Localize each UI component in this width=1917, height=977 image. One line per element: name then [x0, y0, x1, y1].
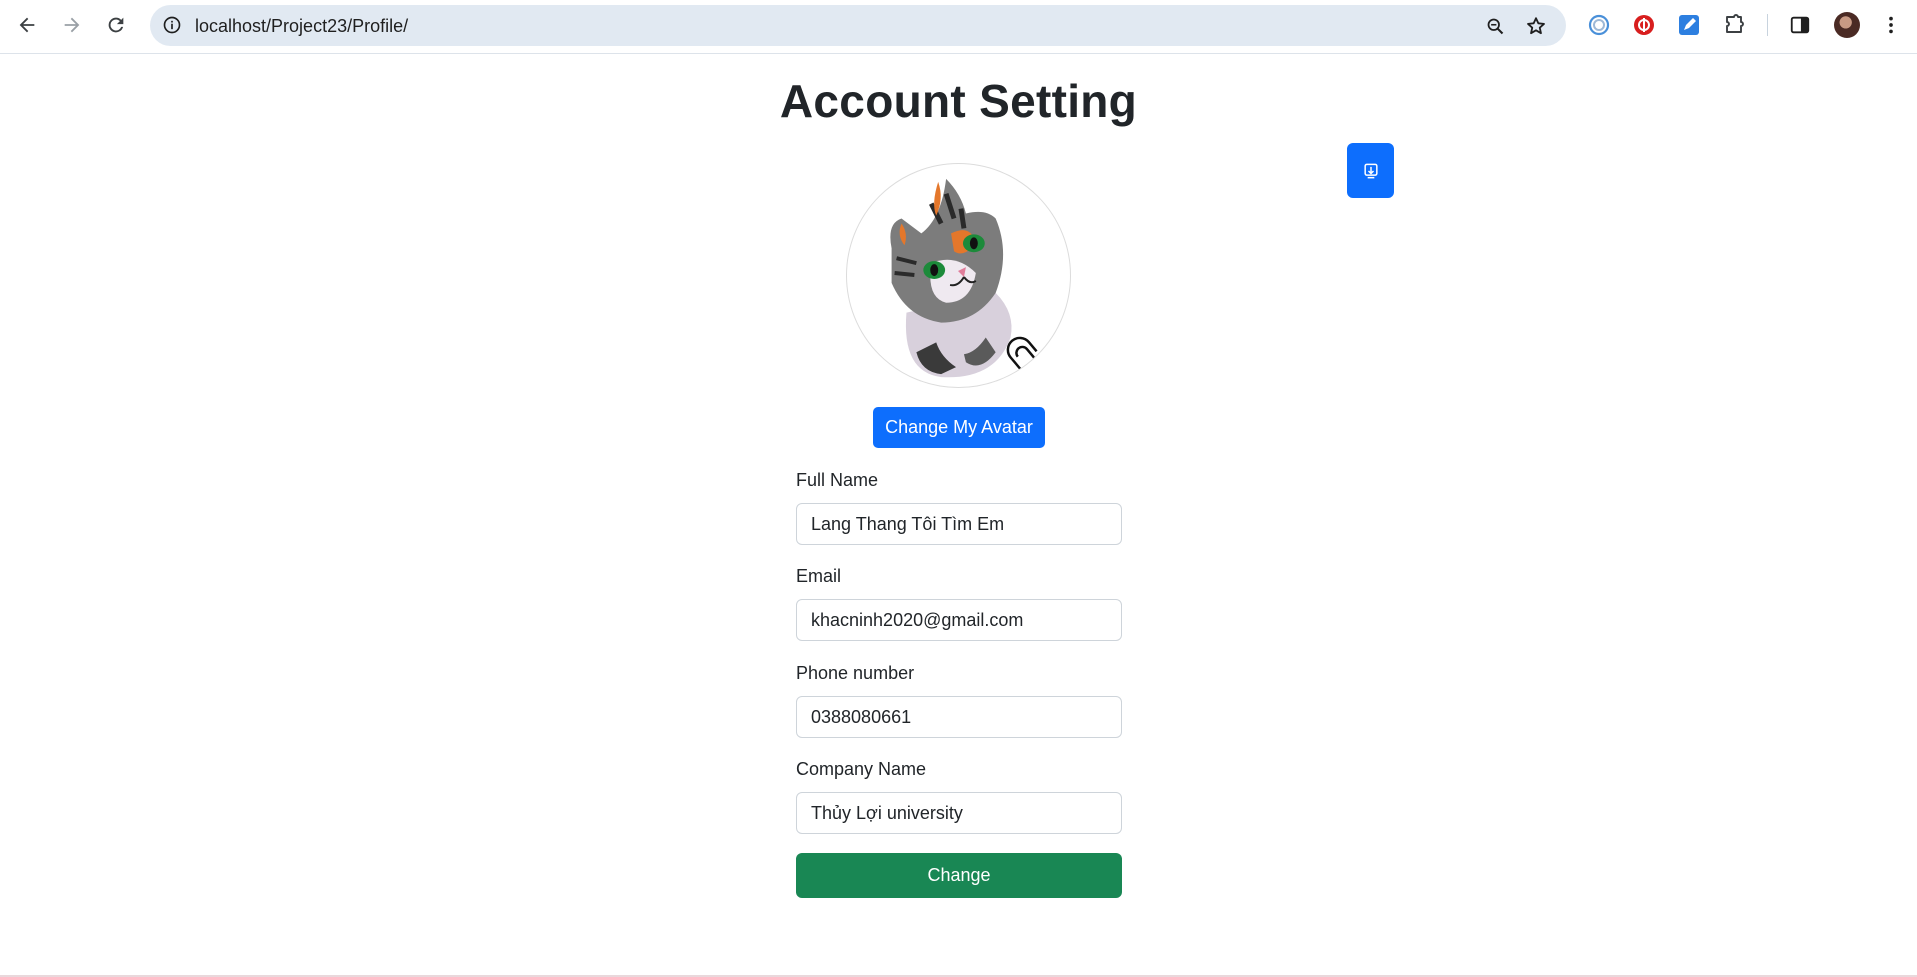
email-label: Email — [796, 566, 842, 586]
bookmark-star-icon[interactable] — [1524, 14, 1548, 38]
reload-icon — [108, 17, 124, 33]
forward-button[interactable] — [56, 9, 88, 41]
forward-arrow-icon — [64, 17, 80, 33]
side-panel-icon[interactable] — [1787, 12, 1813, 38]
site-info-icon[interactable] — [160, 13, 184, 37]
address-bar[interactable]: localhost/Project23/Profile/ — [150, 5, 1566, 46]
toolbar-separator — [1767, 14, 1768, 36]
extension-ring-icon[interactable] — [1586, 12, 1612, 38]
extension-icon[interactable] — [1721, 12, 1747, 38]
back-button[interactable] — [11, 9, 43, 41]
phone-field[interactable]: 0388080661 — [796, 696, 1122, 738]
extension-pen-icon[interactable] — [1676, 12, 1702, 38]
back-arrow-icon — [19, 17, 35, 33]
avatar-image — [846, 163, 1071, 388]
cat-avatar-illustration — [890, 178, 1038, 378]
download-button[interactable] — [1347, 143, 1394, 198]
download-icon — [1363, 163, 1378, 178]
change-avatar-button[interactable]: Change My Avatar — [873, 407, 1045, 448]
company-label: Company Name — [796, 759, 927, 779]
browser-toolbar: localhost/Project23/Profile/ — [0, 0, 1917, 54]
company-field[interactable]: Thủy Lợi university — [796, 792, 1122, 834]
full-name-field[interactable]: Lang Thang Tôi Tìm Em — [796, 503, 1122, 545]
reload-button[interactable] — [100, 9, 132, 41]
url-text[interactable]: localhost/Project23/Profile/ — [195, 16, 408, 37]
change-submit-button[interactable]: Change — [796, 853, 1122, 898]
extension-red-icon[interactable] — [1631, 12, 1657, 38]
full-name-label: Full Name — [796, 470, 879, 490]
page-title: Account Setting — [779, 75, 1138, 127]
zoom-icon[interactable] — [1483, 14, 1507, 38]
email-field[interactable]: khacninh2020@gmail.com — [796, 599, 1122, 641]
phone-label: Phone number — [796, 663, 915, 683]
more-menu-icon[interactable] — [1878, 12, 1904, 38]
profile-avatar[interactable] — [1834, 12, 1860, 38]
